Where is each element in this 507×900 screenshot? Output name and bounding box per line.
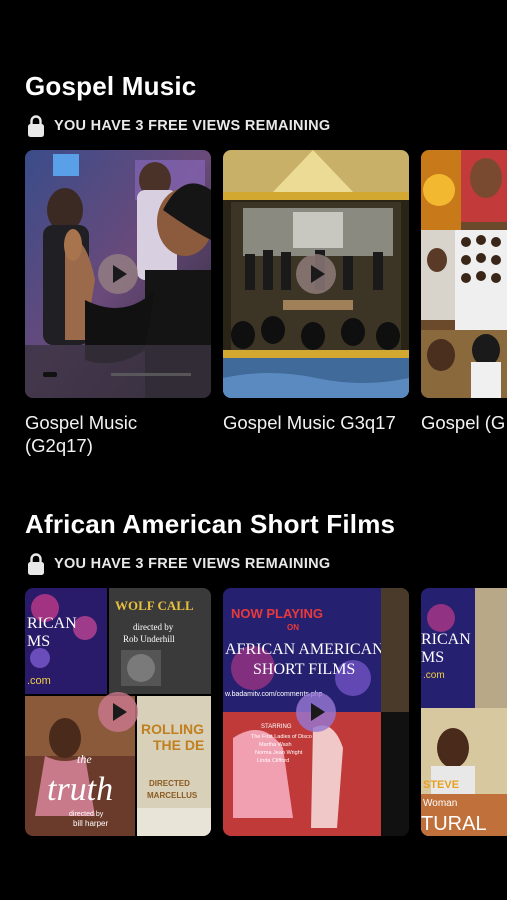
video-title-line: Gospel (G [421,412,506,433]
video-title: Gospel (G [421,411,507,434]
poster-text: MARCELLUS [147,791,198,800]
poster-text: AFRICAN AMERICAN [225,641,384,658]
video-title-line: Gospel Music G3q17 [223,412,396,433]
poster-text: THE DE [153,737,204,753]
video-thumbnail[interactable]: RICAN MS .com STEVE Woman TURAL [421,588,507,836]
thumbnail-image [421,150,507,398]
video-card[interactable]: NOW PLAYING ON AFRICAN AMERICAN SHORT FI… [223,588,409,836]
play-icon [311,703,325,721]
poster-text: Martha Wash [259,742,292,748]
poster-text: Rob Underhill [123,634,175,644]
poster-text: DIRECTED [149,779,190,788]
video-thumbnail[interactable]: NOW PLAYING ON AFRICAN AMERICAN SHORT FI… [223,588,409,836]
video-title: Gospel Music G3q17 [223,411,423,434]
poster-text: MS [421,649,444,666]
play-button[interactable] [98,692,138,732]
video-thumbnail[interactable] [223,150,409,398]
thumbnail-image: RICAN MS .com STEVE Woman TURAL [421,588,507,836]
section-title: African American Short Films [25,509,396,539]
poster-text: RICAN [27,615,77,632]
video-card[interactable]: Gospel (G [421,150,507,434]
short-films-carousel[interactable]: RICAN MS .com WOLF CALL directed by Rob … [0,588,507,900]
poster-text: the [77,752,92,766]
play-button[interactable] [296,692,336,732]
poster-text: ON [287,623,299,632]
video-card[interactable]: RICAN MS .com WOLF CALL directed by Rob … [25,588,211,836]
play-button[interactable] [296,254,336,294]
poster-text: STARRING [261,724,292,730]
poster-text: truth [47,771,113,808]
video-title-line: (G2q17) [25,435,93,456]
free-views-notice: YOU HAVE 3 FREE VIEWS REMAINING [27,552,507,576]
section-title: Gospel Music [25,71,197,101]
video-card[interactable]: Gospel Music G3q17 [223,150,409,434]
poster-text: directed by [69,811,104,818]
video-title-line: Gospel Music [25,412,138,433]
poster-text: MS [27,633,50,650]
lock-icon [28,115,44,137]
poster-text: bill harper [73,819,108,828]
video-thumbnail[interactable]: RICAN MS .com WOLF CALL directed by Rob … [25,588,211,836]
section-african-american-short-films: African American Short Films YOU HAVE 3 … [0,506,507,900]
free-views-text: YOU HAVE 3 FREE VIEWS REMAINING [54,556,331,572]
poster-text: .com [423,670,445,681]
poster-text: SHORT FILMS [253,661,355,678]
video-card[interactable]: Gospel Music (G2q17) [25,150,211,457]
video-thumbnail[interactable] [25,150,211,398]
poster-text: Woman [423,798,457,809]
gospel-carousel[interactable]: Gospel Music (G2q17) Gospel Music G3q17 … [0,150,507,470]
video-title: Gospel Music (G2q17) [25,411,225,457]
app-screen: Gospel Music YOU HAVE 3 FREE VIEWS REMAI… [0,0,507,900]
section-gospel-music: Gospel Music YOU HAVE 3 FREE VIEWS REMAI… [0,68,507,470]
play-icon [113,703,127,721]
poster-text: WOLF CALL [115,598,194,613]
free-views-text: YOU HAVE 3 FREE VIEWS REMAINING [54,118,331,134]
play-icon [113,265,127,283]
video-thumbnail[interactable] [421,150,507,398]
video-card[interactable]: RICAN MS .com STEVE Woman TURAL [421,588,507,836]
free-views-notice: YOU HAVE 3 FREE VIEWS REMAINING [27,114,507,138]
play-button[interactable] [98,254,138,294]
poster-text: Linda Clifford [257,758,289,764]
poster-text: STEVE [423,779,459,791]
poster-text: Norma Jean Wright [255,750,303,756]
lock-icon [28,553,44,575]
poster-text: NOW PLAYING [231,606,323,621]
poster-text: The First Ladies of Disco [251,734,312,740]
poster-text: .com [27,675,51,687]
poster-text: directed by [133,622,174,632]
play-icon [311,265,325,283]
poster-text: ROLLING [141,721,204,737]
poster-text: RICAN [421,631,471,648]
poster-text: TURAL [421,813,487,835]
